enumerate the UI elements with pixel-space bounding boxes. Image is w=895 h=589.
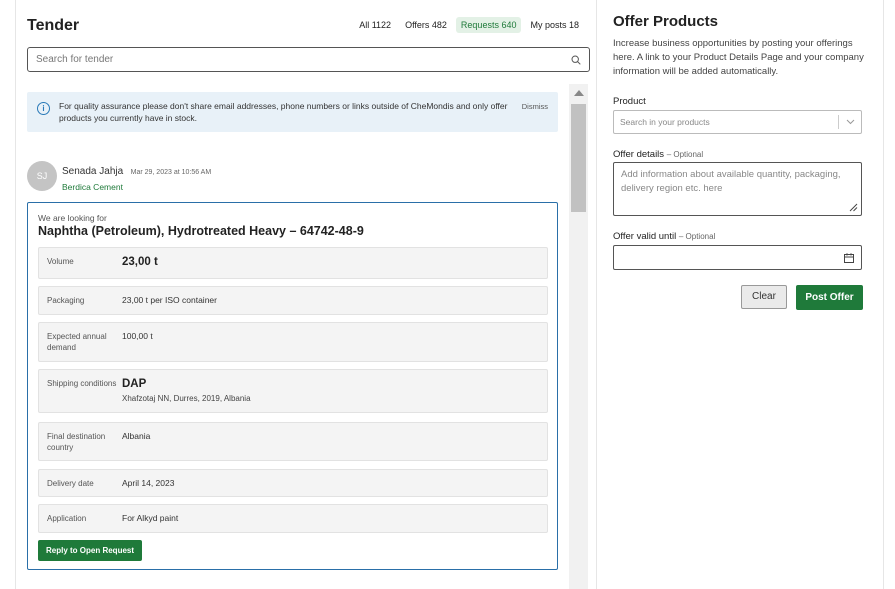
detail-label: Packaging bbox=[47, 296, 85, 305]
detail-value: April 14, 2023 bbox=[122, 478, 175, 488]
company-link[interactable]: Berdica Cement bbox=[62, 182, 211, 192]
offer-description: Increase business opportunities by posti… bbox=[613, 38, 864, 77]
looking-for-label: We are looking for bbox=[38, 213, 107, 223]
detail-row-shipping: Shipping conditions DAP Xhafzotaj NN, Du… bbox=[38, 369, 548, 413]
product-select[interactable] bbox=[613, 110, 862, 134]
product-search-input[interactable] bbox=[614, 117, 838, 127]
filter-tabs: All 1122 Offers 482 Requests 640 My post… bbox=[354, 17, 584, 33]
clear-button[interactable]: Clear bbox=[741, 285, 787, 309]
detail-value: For Alkyd paint bbox=[122, 513, 179, 523]
reply-to-request-button[interactable]: Reply to Open Request bbox=[38, 540, 143, 561]
post-timestamp: Mar 29, 2023 at 10:56 AM bbox=[130, 169, 212, 176]
detail-row-application: Application For Alkyd paint bbox=[38, 504, 548, 533]
valid-until-field[interactable] bbox=[613, 245, 862, 270]
detail-value: Albania bbox=[122, 431, 151, 441]
offer-details-field bbox=[613, 162, 862, 216]
detail-label: Shipping conditions bbox=[47, 379, 117, 388]
detail-label: Volume bbox=[47, 257, 74, 266]
detail-value: 23,00 t per ISO container bbox=[122, 295, 217, 305]
detail-label: Expected annual demand bbox=[47, 332, 107, 352]
valid-until-label: Offer valid until – Optional bbox=[613, 231, 716, 242]
offer-panel-title: Offer Products bbox=[613, 13, 719, 30]
detail-row-delivery-date: Delivery date April 14, 2023 bbox=[38, 469, 548, 497]
resize-handle-icon[interactable] bbox=[849, 203, 858, 212]
detail-row-annual-demand: Expected annual demand 100,00 t bbox=[38, 322, 548, 362]
detail-row-volume: Volume 23,00 t bbox=[38, 247, 548, 279]
scrollbar[interactable] bbox=[569, 84, 588, 589]
post-author: SJ Senada Jahja Mar 29, 2023 at 10:56 AM… bbox=[27, 161, 211, 192]
detail-value: 100,00 t bbox=[122, 331, 153, 341]
detail-label: Final destination country bbox=[47, 432, 106, 452]
avatar: SJ bbox=[27, 161, 57, 191]
tab-my-posts[interactable]: My posts 18 bbox=[525, 17, 584, 33]
scrollbar-thumb[interactable] bbox=[571, 104, 586, 212]
optional-hint: – Optional bbox=[678, 232, 716, 241]
tender-panel: Tender All 1122 Offers 482 Requests 640 … bbox=[15, 0, 597, 589]
scroll-up-arrow-icon[interactable] bbox=[574, 90, 584, 96]
search-icon[interactable] bbox=[571, 54, 581, 65]
offer-details-label: Offer details – Optional bbox=[613, 149, 704, 160]
chevron-down-icon[interactable] bbox=[839, 111, 861, 133]
detail-value: DAP bbox=[122, 378, 147, 390]
tab-all[interactable]: All 1122 bbox=[354, 17, 396, 33]
author-name: Senada Jahja bbox=[62, 166, 124, 177]
notice-text: For quality assurance please don't share… bbox=[59, 101, 508, 123]
page-title: Tender bbox=[27, 17, 80, 34]
detail-label: Application bbox=[47, 514, 87, 523]
post-offer-button[interactable]: Post Offer bbox=[796, 285, 863, 310]
tab-offers[interactable]: Offers 482 bbox=[400, 17, 452, 33]
dismiss-button[interactable]: Dismiss bbox=[522, 102, 548, 111]
offer-panel: Offer Products Increase business opportu… bbox=[597, 0, 884, 589]
tender-search bbox=[27, 47, 590, 72]
detail-label: Delivery date bbox=[47, 479, 94, 488]
quality-notice: i For quality assurance please don't sha… bbox=[27, 92, 558, 132]
optional-hint: – Optional bbox=[666, 150, 704, 159]
requested-product: Naphtha (Petroleum), Hydrotreated Heavy … bbox=[38, 224, 364, 238]
product-label: Product bbox=[613, 96, 646, 107]
calendar-icon[interactable] bbox=[844, 252, 854, 263]
detail-value: 23,00 t bbox=[122, 256, 158, 268]
info-icon: i bbox=[37, 102, 50, 115]
detail-row-packaging: Packaging 23,00 t per ISO container bbox=[38, 286, 548, 315]
search-input[interactable] bbox=[36, 54, 571, 65]
tab-requests[interactable]: Requests 640 bbox=[455, 17, 522, 33]
request-card: We are looking for Naphtha (Petroleum), … bbox=[27, 202, 558, 570]
shipping-address: Xhafzotaj NN, Durres, 2019, Albania bbox=[122, 394, 251, 403]
offer-details-input[interactable] bbox=[614, 163, 861, 215]
detail-row-destination: Final destination country Albania bbox=[38, 422, 548, 461]
